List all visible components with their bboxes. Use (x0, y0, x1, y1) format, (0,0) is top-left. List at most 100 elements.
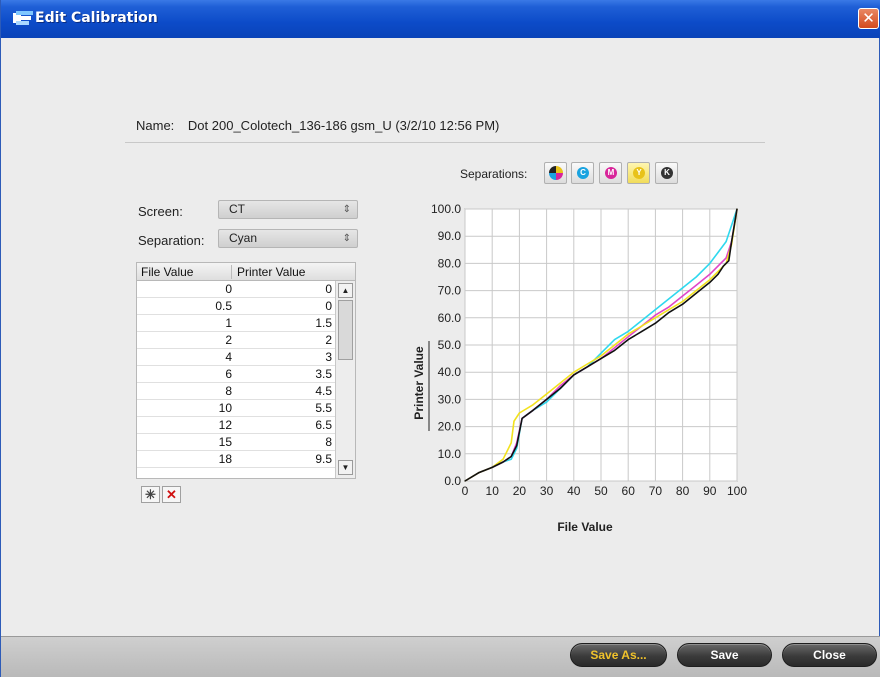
window-title: Edit Calibration (35, 10, 158, 26)
title-bar[interactable]: Edit Calibration ✕ (1, 0, 880, 38)
data-point (722, 265, 724, 267)
printer-value-cell[interactable]: 1.5 (315, 316, 332, 330)
x-tick-label: 0 (462, 484, 469, 498)
data-point (502, 458, 504, 460)
data-point (614, 344, 616, 346)
file-value-cell[interactable]: 10 (219, 401, 232, 415)
separation-select[interactable]: Cyan ⇕ (218, 229, 358, 248)
separation-magenta-button[interactable]: M (599, 162, 622, 184)
y-tick-label: 40.0 (438, 365, 462, 379)
x-tick-label: 20 (513, 484, 527, 498)
data-point (668, 309, 670, 311)
separation-all-button[interactable] (544, 162, 567, 184)
table-body: 0 0 0.5 0 1 1.5 2 2 4 3 6 3.5 8 4.5 10 5.5 12 6.5 15 8 18 9.5 (137, 281, 335, 468)
file-value-cell[interactable]: 0 (225, 282, 232, 296)
data-point (695, 276, 697, 278)
data-point (709, 281, 711, 283)
data-point (668, 306, 670, 308)
data-point (717, 271, 719, 273)
table-row[interactable]: 18 9.5 (137, 451, 335, 468)
scroll-thumb[interactable] (338, 300, 353, 360)
table-scrollbar[interactable]: ▲ ▼ (335, 281, 355, 478)
table-row[interactable]: 6 3.5 (137, 366, 335, 383)
file-value-cell[interactable]: 6 (225, 367, 232, 381)
save-as-button[interactable]: Save As... (570, 643, 667, 667)
data-point (731, 224, 733, 226)
file-value-cell[interactable]: 0.5 (215, 299, 232, 313)
data-point (709, 262, 711, 264)
table-row[interactable]: 12 6.5 (137, 417, 335, 434)
data-point (600, 352, 602, 354)
data-point (668, 311, 670, 313)
x-tick-label: 70 (649, 484, 663, 498)
column-header-file-value[interactable]: File Value (141, 265, 193, 279)
data-point (641, 325, 643, 327)
data-point (731, 241, 733, 243)
save-button[interactable]: Save (677, 643, 772, 667)
screen-select[interactable]: CT ⇕ (218, 200, 358, 219)
data-point (654, 322, 656, 324)
file-value-cell[interactable]: 2 (225, 333, 232, 347)
delete-x-icon: ✕ (166, 487, 177, 502)
data-point (641, 319, 643, 322)
chart-canvas[interactable]: 0.0 10.0 20.0 30.0 40.0 50.0 60.0 70.0 80.0 90.0 1… (401, 195, 761, 545)
file-value-cell[interactable]: 15 (219, 435, 232, 449)
data-point (614, 347, 616, 349)
data-point (682, 300, 684, 303)
separation-cyan-button[interactable]: C (571, 162, 594, 184)
yellow-icon: Y (633, 167, 645, 179)
data-point (695, 290, 697, 292)
table-row[interactable]: 8 4.5 (137, 383, 335, 400)
updown-arrows-icon: ⇕ (342, 233, 351, 244)
y-tick-label: 70.0 (438, 284, 462, 298)
data-point (600, 355, 602, 357)
y-tick-label: 60.0 (438, 311, 462, 325)
x-tick-label: 60 (622, 484, 636, 498)
printer-value-cell[interactable]: 5.5 (315, 401, 332, 415)
add-point-button[interactable]: ✳ (141, 486, 160, 503)
printer-value-cell[interactable]: 3.5 (315, 367, 332, 381)
close-button[interactable]: Close (782, 643, 877, 667)
data-point (717, 251, 719, 254)
printer-value-cell[interactable]: 0 (325, 282, 332, 296)
data-point (627, 333, 629, 335)
y-tick-label: 30.0 (438, 392, 462, 406)
separation-black-button[interactable]: K (655, 162, 678, 184)
table-row[interactable]: 43 (137, 349, 335, 366)
file-value-cell[interactable]: 4 (225, 350, 232, 364)
printer-value-cell[interactable]: 8 (325, 435, 332, 449)
table-row[interactable]: 1 1.5 (137, 315, 335, 332)
table-row[interactable]: 0.5 0 (137, 298, 335, 315)
file-value-cell[interactable]: 18 (219, 452, 232, 466)
data-point (518, 412, 520, 414)
scroll-down-arrow-icon[interactable]: ▼ (338, 460, 353, 475)
column-separator (231, 265, 232, 279)
table-row[interactable]: 10 5.5 (137, 400, 335, 417)
table-row[interactable]: 15 8 (137, 434, 335, 451)
file-value-cell[interactable]: 8 (225, 384, 232, 398)
data-point (682, 303, 684, 305)
column-header-printer-value[interactable]: Printer Value (237, 265, 305, 279)
x-tick-label: 30 (540, 484, 554, 498)
delete-point-button[interactable]: ✕ (162, 486, 181, 503)
printer-value-cell[interactable]: 3 (325, 350, 332, 364)
calibration-chart[interactable]: 0.0 10.0 20.0 30.0 40.0 50.0 60.0 70.0 80.0 90.0 1… (401, 195, 761, 548)
printer-value-cell[interactable]: 9.5 (315, 452, 332, 466)
data-point (510, 455, 512, 458)
printer-value-cell[interactable]: 4.5 (315, 384, 332, 398)
printer-value-cell[interactable]: 6.5 (315, 418, 332, 432)
printer-value-cell[interactable]: 2 (325, 333, 332, 347)
data-point (736, 208, 738, 210)
file-value-cell[interactable]: 1 (225, 316, 232, 330)
calibration-table[interactable]: File Value Printer Value 0 0 0.5 0 1 1.5 2 2 4 3 6… (136, 262, 356, 479)
printer-value-cell[interactable]: 0 (325, 299, 332, 313)
close-window-button[interactable]: ✕ (858, 8, 879, 29)
data-point (559, 382, 561, 384)
file-value-cell[interactable]: 12 (219, 418, 232, 432)
separation-yellow-button[interactable]: Y (627, 162, 650, 184)
magenta-icon: M (605, 167, 617, 179)
scroll-up-arrow-icon[interactable]: ▲ (338, 283, 353, 298)
data-point (600, 358, 602, 360)
table-row[interactable]: 22 (137, 332, 335, 349)
table-row[interactable]: 00 (137, 281, 335, 298)
